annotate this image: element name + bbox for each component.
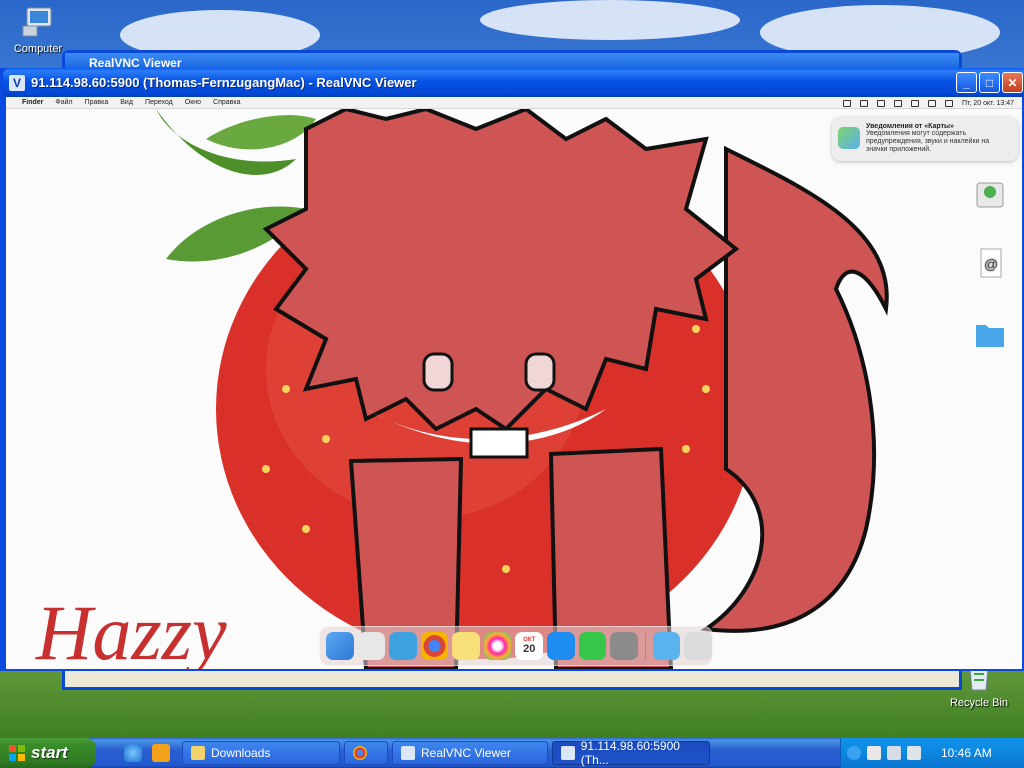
menu-view[interactable]: Вид [120, 99, 133, 106]
maps-app-icon [838, 127, 860, 149]
remote-mac-screen[interactable]: Hazzy Finder Файл Правка Вид Переход Окн… [6, 97, 1022, 669]
photos-icon[interactable] [483, 632, 512, 660]
mac-desktop-icon-email-file[interactable]: @ [960, 247, 1020, 285]
battery-icon[interactable] [894, 99, 903, 107]
desktop-icon-label: Recycle Bin [949, 697, 1009, 709]
messages-icon[interactable] [578, 632, 607, 660]
chrome-icon[interactable] [420, 632, 449, 660]
tray-expand-icon[interactable] [847, 746, 861, 760]
control-center-icon[interactable] [945, 99, 954, 107]
notes-icon[interactable] [452, 632, 480, 660]
taskbar-button-vnc-session[interactable]: 91.114.98.60:5900 (Th... [552, 739, 710, 767]
taskbar-button-label: RealVNC Viewer [421, 746, 511, 760]
start-label: start [31, 743, 68, 762]
window-title: 91.114.98.60:5900 (Thomas-FernzugangMac)… [31, 75, 417, 90]
maximize-button[interactable]: □ [979, 72, 1000, 93]
taskbar-button-label: Downloads [211, 746, 271, 760]
taskbar-button-downloads[interactable]: Downloads [182, 741, 340, 765]
finder-icon[interactable] [326, 632, 354, 660]
utorrent-disk-icon [976, 182, 1004, 208]
realvnc-icon [561, 746, 575, 760]
computer-icon [22, 7, 52, 37]
vnc-viewer-window: V 91.114.98.60:5900 (Thomas-FernzugangMa… [0, 68, 1024, 671]
screen-mirror-icon[interactable] [843, 99, 852, 107]
desktop-icon-label: Computer [13, 43, 63, 55]
system-tray: 10:46 AM [840, 738, 1024, 768]
maps-notification[interactable]: Уведомления от «Карты» Уведомления могут… [832, 117, 1018, 161]
windows-flag-icon [9, 745, 25, 761]
downloads-folder-icon[interactable] [652, 632, 681, 660]
network-icon[interactable] [887, 746, 901, 760]
cloud [480, 0, 740, 40]
mac-dock: ОКТ 20 [319, 626, 713, 666]
taskbar-button-realvnc[interactable]: RealVNC Viewer [392, 741, 548, 765]
taskbar-button-chrome[interactable] [344, 741, 388, 765]
folder-icon [191, 746, 205, 760]
realvnc-icon [401, 746, 415, 760]
taskbar-button-label: 91.114.98.60:5900 (Th... [580, 739, 680, 767]
menubar-datetime[interactable]: Пт, 20 окт. 13:47 [962, 100, 1014, 107]
mac-menubar: Finder Файл Правка Вид Переход Окно Спра… [6, 97, 1022, 109]
vnc-titlebar[interactable]: V 91.114.98.60:5900 (Thomas-FernzugangMa… [3, 68, 1024, 97]
app-store-icon[interactable] [547, 632, 575, 660]
menubar-status-area: Пт, 20 окт. 13:47 [843, 97, 1014, 109]
clock[interactable]: 10:46 AM [941, 746, 992, 760]
calendar-icon[interactable]: ОКТ 20 [515, 632, 544, 660]
wifi-icon[interactable] [911, 99, 920, 107]
calendar-day: 20 [523, 643, 536, 655]
window-controls: _ □ ✕ [956, 72, 1023, 93]
volume-muted-icon[interactable] [907, 746, 921, 760]
mac-desktop-icon-folder[interactable] [960, 317, 1020, 355]
mac-desktop-icon-utorrent[interactable] [960, 177, 1020, 215]
notification-text: Уведомления могут содержать предупрежден… [866, 130, 990, 153]
launchpad-icon[interactable] [357, 632, 386, 660]
maps-icon[interactable] [389, 632, 417, 660]
chrome-icon [353, 746, 367, 760]
menu-help[interactable]: Справка [213, 99, 240, 106]
system-settings-icon[interactable] [610, 632, 638, 660]
close-button[interactable]: ✕ [1002, 72, 1023, 93]
dock-separator [644, 633, 646, 659]
email-file-icon: @ [980, 248, 1002, 278]
quick-launch [124, 744, 170, 762]
notification-title: Уведомления от «Карты» [866, 123, 954, 130]
search-icon[interactable] [928, 99, 937, 107]
start-button[interactable]: start [0, 738, 96, 768]
desktop-icon-computer[interactable]: Computer [3, 6, 73, 55]
keyboard-icon[interactable] [877, 99, 886, 107]
menu-window[interactable]: Окно [185, 99, 201, 106]
folder-icon [976, 325, 1004, 347]
menu-file[interactable]: Файл [55, 99, 72, 106]
menu-go[interactable]: Переход [145, 99, 173, 106]
menu-edit[interactable]: Правка [85, 99, 109, 106]
media-player-icon[interactable] [152, 744, 170, 762]
taskbar: start Downloads RealVNC Viewer 91.114.98… [0, 738, 1024, 768]
security-alert-icon[interactable] [867, 746, 881, 760]
trash-icon[interactable] [684, 632, 712, 660]
control-icon[interactable] [860, 99, 869, 107]
internet-explorer-icon[interactable] [124, 744, 142, 762]
realvnc-icon: V [9, 74, 25, 91]
svg-text:@: @ [984, 256, 998, 272]
desktop-wallpaper-artwork: Hazzy [6, 109, 1022, 669]
minimize-button[interactable]: _ [956, 72, 977, 93]
artwork-signature: Hazzy [35, 589, 227, 669]
menu-finder[interactable]: Finder [22, 99, 43, 106]
